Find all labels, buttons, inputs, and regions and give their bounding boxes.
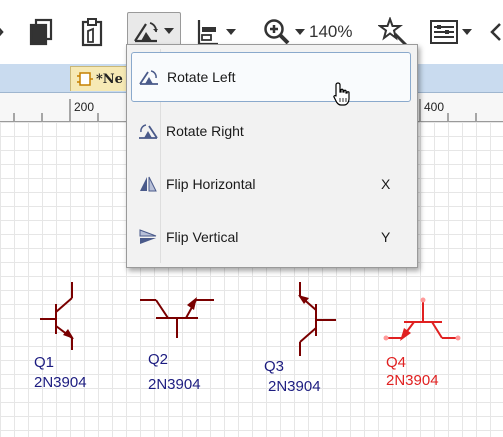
schematic-icon (77, 72, 93, 86)
rotate-left-icon (138, 68, 160, 86)
transistor-q3-symbol[interactable] (290, 282, 346, 356)
transistor-q1-symbol[interactable] (30, 282, 90, 352)
flip-horizontal-icon (137, 175, 159, 193)
zoom-in-icon (264, 19, 290, 45)
chevron-down-icon (295, 29, 305, 35)
part-ref-q1: Q1 (34, 354, 55, 371)
part-value-q2: 2N3904 (148, 376, 201, 393)
menu-item-label: Flip Horizontal (166, 176, 256, 192)
menu-item-rotate-right[interactable]: Rotate Right (131, 106, 411, 156)
ruler-label: 400 (424, 100, 445, 114)
part-value-q1: 2N3904 (34, 374, 87, 391)
hand-cursor-icon (333, 82, 350, 106)
menu-item-flip-horizontal[interactable]: Flip Horizontal X (131, 159, 411, 209)
flip-vertical-icon (137, 228, 159, 246)
copy-button[interactable] (28, 12, 54, 52)
menu-item-label: Flip Vertical (166, 229, 239, 245)
chevron-down-icon (164, 28, 174, 34)
rotate-right-icon (137, 122, 159, 140)
move-icon (490, 23, 501, 41)
cut-button[interactable] (0, 12, 8, 52)
zoom-level: 140% (309, 22, 353, 41)
more-button[interactable] (490, 12, 503, 52)
menu-item-label: Rotate Right (166, 123, 244, 139)
star-cursor-icon (378, 17, 408, 47)
chevron-down-icon (462, 29, 472, 35)
menu-item-flip-vertical[interactable]: Flip Vertical Y (131, 212, 411, 262)
document-tab-title: *Ne (96, 71, 123, 87)
rotate-dropdown-menu: Rotate Left Rotate Right Flip Horizontal… (126, 44, 418, 268)
part-ref-q3: Q3 (264, 358, 285, 375)
align-icon (197, 20, 218, 45)
paste-icon (81, 18, 103, 47)
transistor-q4-symbol[interactable] (380, 294, 464, 346)
properties-dropdown-button[interactable] (430, 12, 472, 52)
properties-icon (430, 20, 458, 44)
part-value-q3: 2N3904 (268, 378, 321, 395)
chevron-down-icon (226, 29, 236, 35)
rotate-icon (134, 22, 158, 43)
menu-item-rotate-left[interactable]: Rotate Left (131, 52, 411, 102)
paste-button[interactable] (80, 12, 104, 52)
part-value-q4: 2N3904 (386, 372, 439, 389)
ruler-label: 200 (74, 100, 95, 114)
copy-icon (29, 18, 53, 46)
menu-item-shortcut: Y (381, 229, 391, 245)
part-ref-q4: Q4 (386, 354, 407, 371)
part-ref-q2: Q2 (148, 351, 169, 368)
transistor-q2-symbol[interactable] (140, 292, 216, 340)
menu-item-shortcut: X (381, 176, 391, 192)
cut-icon (0, 27, 4, 37)
